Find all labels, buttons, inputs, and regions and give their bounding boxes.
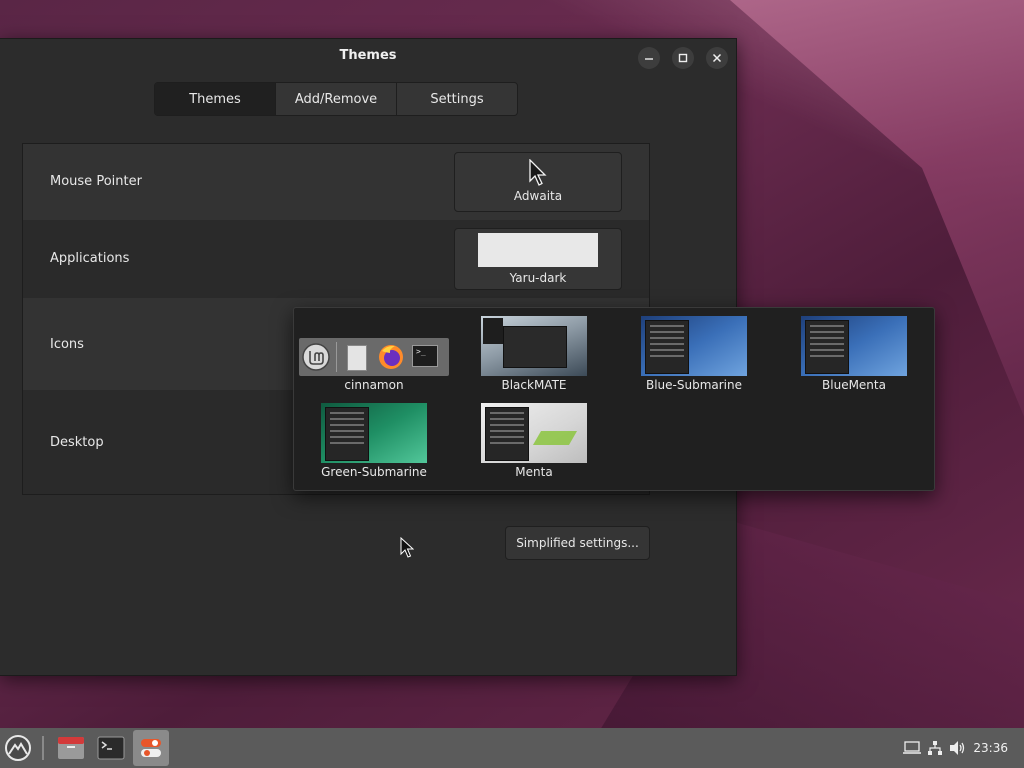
files-icon — [58, 737, 84, 759]
simplified-settings-button[interactable]: Simplified settings... — [505, 526, 650, 560]
icons-label: Icons — [50, 337, 84, 352]
window-title: Themes — [339, 48, 397, 63]
theme-option-blackmate[interactable]: BlackMATE — [454, 316, 614, 392]
mouse-pointer-chooser[interactable]: Adwaita — [454, 152, 622, 212]
firefox-icon — [379, 345, 403, 369]
clock[interactable]: 23:36 — [973, 741, 1008, 755]
close-icon — [712, 53, 722, 63]
separator — [336, 342, 337, 372]
mini-window — [483, 318, 503, 344]
applications-row: Applications Yaru-dark — [23, 220, 649, 298]
taskbar-separator — [42, 736, 44, 760]
cinnamon-preview: >_ — [299, 338, 449, 376]
display-icon[interactable] — [903, 741, 922, 755]
files-icon — [347, 345, 367, 371]
mouse-pointer-row: Mouse Pointer Adwaita — [23, 144, 649, 220]
theme-option-menta[interactable]: Menta — [454, 403, 614, 479]
green-submarine-preview — [321, 403, 427, 463]
themes-settings-icon — [141, 739, 161, 757]
mini-window — [325, 407, 369, 461]
minimize-button[interactable] — [638, 47, 660, 69]
maximize-icon — [678, 53, 688, 63]
blue-submarine-preview — [641, 316, 747, 376]
mini-window — [805, 320, 849, 374]
pointer-preview-icon — [529, 159, 547, 186]
tab-settings[interactable]: Settings — [397, 83, 517, 115]
mouse-pointer-label: Mouse Pointer — [50, 174, 142, 189]
applications-theme-preview — [478, 233, 598, 267]
blackmate-preview — [481, 316, 587, 376]
desktop-label: Desktop — [50, 435, 104, 450]
mini-window — [485, 407, 529, 461]
tab-add-remove[interactable]: Add/Remove — [276, 83, 397, 115]
theme-name: Green-Submarine — [321, 465, 427, 479]
applications-label: Applications — [50, 251, 130, 266]
mini-window — [503, 326, 567, 368]
taskbar: 23:36 — [0, 728, 1024, 768]
files-launcher[interactable] — [55, 732, 87, 764]
menta-preview — [481, 403, 587, 463]
minimize-icon — [645, 58, 653, 60]
mint-logo-icon — [302, 343, 330, 371]
network-icon[interactable] — [927, 740, 943, 756]
system-tray: 23:36 — [903, 728, 1024, 768]
tab-themes[interactable]: Themes — [155, 83, 276, 115]
applications-chooser[interactable]: Yaru-dark — [454, 228, 622, 290]
theme-name: BlueMenta — [822, 378, 886, 392]
theme-name: Menta — [515, 465, 553, 479]
mouse-pointer-value: Adwaita — [513, 189, 563, 203]
menu-button[interactable] — [2, 732, 34, 764]
bluementa-preview — [801, 316, 907, 376]
volume-icon[interactable] — [949, 740, 967, 756]
theme-option-green-submarine[interactable]: Green-Submarine — [294, 403, 454, 479]
terminal-icon: >_ — [412, 345, 438, 367]
theme-option-blue-submarine[interactable]: Blue-Submarine — [614, 316, 774, 392]
menta-leaf-graphic — [532, 431, 578, 445]
tab-bar: Themes Add/Remove Settings — [154, 82, 518, 116]
menu-icon — [5, 735, 31, 761]
applications-value: Yaru-dark — [509, 271, 567, 285]
theme-name: Blue-Submarine — [645, 378, 743, 392]
theme-option-cinnamon[interactable]: >_ cinnamon — [294, 316, 454, 392]
themes-settings-launcher[interactable] — [133, 730, 169, 766]
close-button[interactable] — [706, 47, 728, 69]
theme-name: cinnamon — [344, 378, 404, 392]
terminal-launcher[interactable] — [95, 732, 127, 764]
theme-option-bluementa[interactable]: BlueMenta — [774, 316, 934, 392]
mouse-cursor-icon — [400, 537, 414, 558]
mini-window — [645, 320, 689, 374]
title-bar[interactable]: Themes — [0, 39, 736, 75]
maximize-button[interactable] — [672, 47, 694, 69]
theme-name: BlackMATE — [501, 378, 567, 392]
terminal-icon — [97, 736, 125, 760]
desktop-theme-popup: >_ cinnamon BlackMATE Blue-Submarine Blu… — [293, 307, 935, 491]
